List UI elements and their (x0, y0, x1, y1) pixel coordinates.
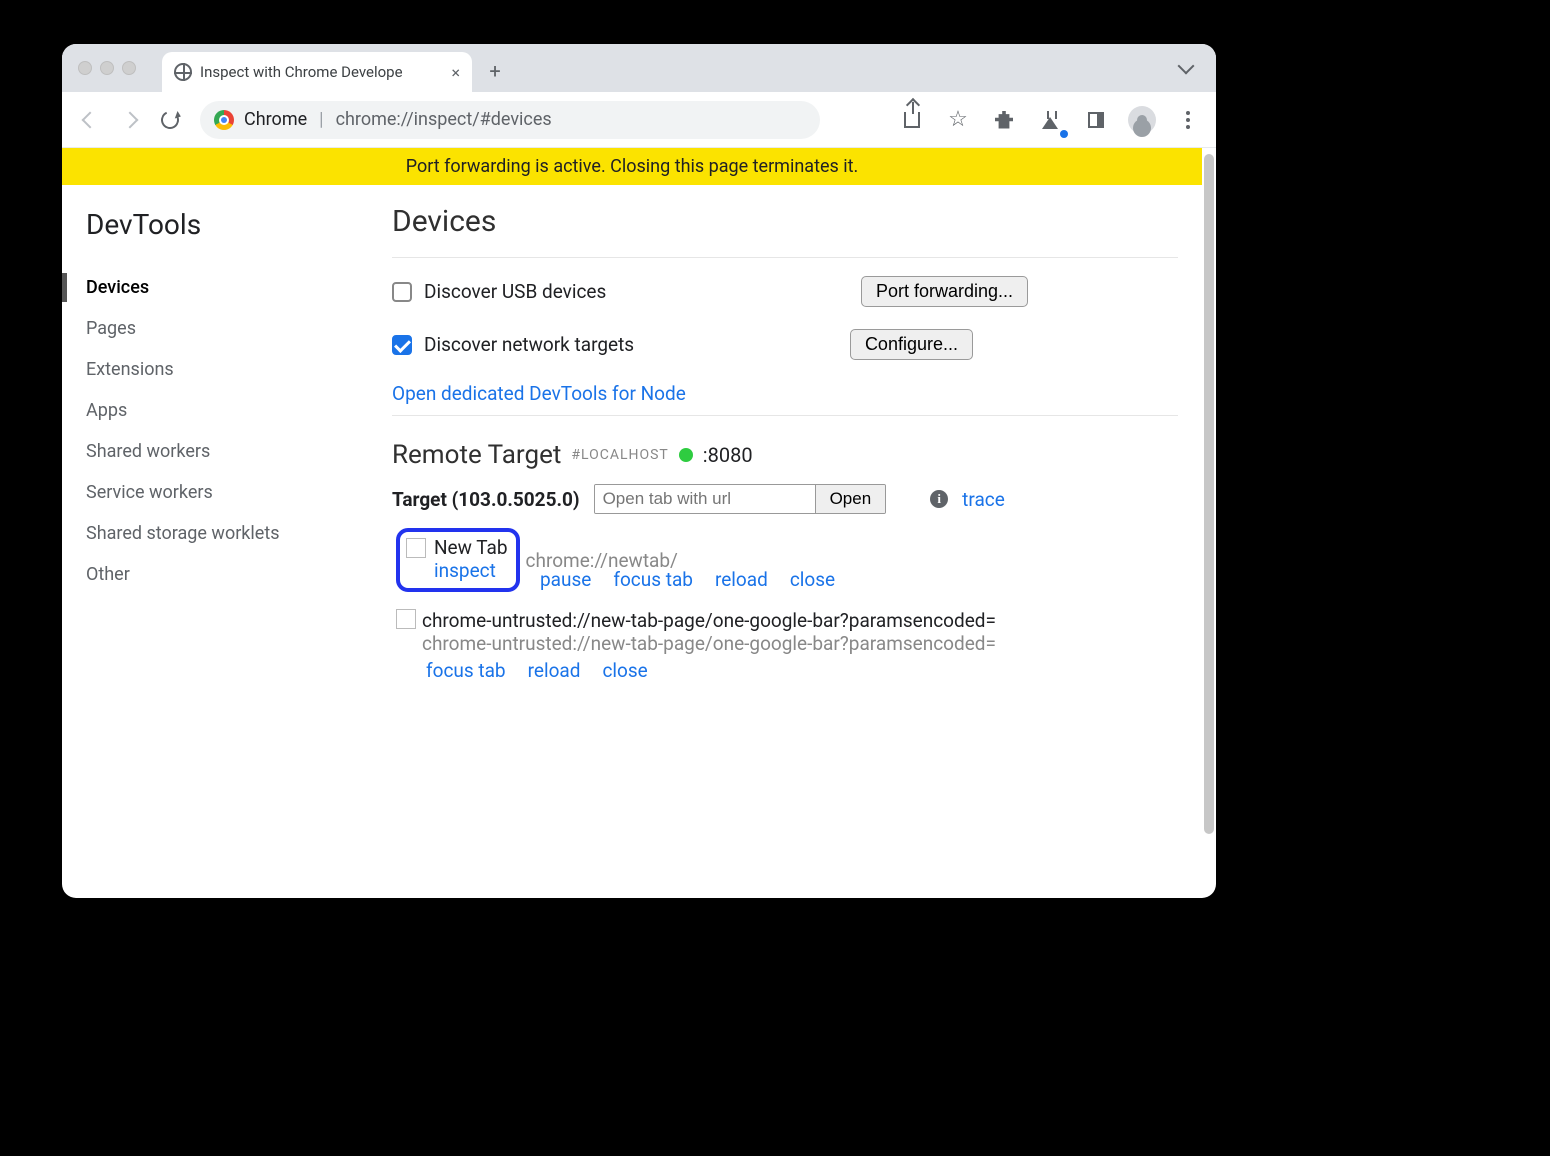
discover-network-label: Discover network targets (424, 333, 634, 356)
target-entry-newtab: New Tab inspect chrome://newtab/ pause f… (392, 528, 1178, 591)
sidebar-item-shared-storage-worklets[interactable]: Shared storage worklets (86, 513, 382, 554)
tab-strip: Inspect with Chrome Develope × + (62, 44, 1216, 92)
remote-target-title: Remote Target (392, 440, 561, 470)
sidebar-title: DevTools (86, 208, 382, 241)
reload-link[interactable]: reload (528, 659, 581, 682)
divider (392, 415, 1178, 416)
extensions-button[interactable] (988, 104, 1020, 136)
entry-title: chrome-untrusted://new-tab-page/one-goog… (422, 609, 996, 632)
sidebar-item-pages[interactable]: Pages (86, 308, 382, 349)
omnibox-url: chrome://inspect/#devices (336, 109, 552, 130)
share-button[interactable] (896, 104, 928, 136)
omnibox-chip: Chrome (244, 109, 307, 130)
globe-icon (174, 63, 192, 81)
address-bar[interactable]: Chrome | chrome://inspect/#devices (200, 101, 820, 139)
sidebar-item-service-workers[interactable]: Service workers (86, 472, 382, 513)
entry-title: New Tab (434, 536, 508, 559)
bookmark-button[interactable]: ☆ (942, 104, 974, 136)
content-area: Port forwarding is active. Closing this … (62, 148, 1216, 898)
node-devtools-link[interactable]: Open dedicated DevTools for Node (392, 382, 686, 405)
side-panel-button[interactable] (1080, 104, 1112, 136)
divider (392, 257, 1178, 258)
localhost-tag: #LOCALHOST (571, 447, 668, 463)
close-link[interactable]: close (790, 568, 835, 591)
favicon-placeholder-icon (406, 538, 426, 558)
scrollbar[interactable] (1204, 154, 1214, 834)
usb-row: Discover USB devices Port forwarding... (392, 276, 1178, 307)
main-panel: Devices Discover USB devices Port forwar… (382, 188, 1202, 898)
new-tab-button[interactable]: + (480, 56, 510, 86)
sidebar-item-devices[interactable]: Devices (86, 267, 382, 308)
sidebar-item-apps[interactable]: Apps (86, 390, 382, 431)
focus-tab-link[interactable]: focus tab (426, 659, 506, 682)
omnibox-divider: | (319, 109, 323, 130)
notification-dot-icon (1060, 130, 1068, 138)
configure-button[interactable]: Configure... (850, 329, 973, 360)
highlight-annotation: New Tab inspect (396, 528, 520, 592)
page-heading: Devices (392, 204, 1178, 239)
sidebar-item-shared-workers[interactable]: Shared workers (86, 431, 382, 472)
discover-usb-label: Discover USB devices (424, 280, 606, 303)
toolbar-actions: ☆ (896, 104, 1204, 136)
flask-icon (1042, 111, 1058, 129)
trace-link[interactable]: trace (962, 488, 1005, 511)
remote-target-heading: Remote Target #LOCALHOST :8080 (392, 440, 1178, 470)
puzzle-icon (995, 111, 1013, 129)
maximize-window-button[interactable] (122, 61, 136, 75)
close-window-button[interactable] (78, 61, 92, 75)
status-dot-icon (679, 448, 693, 462)
pause-link[interactable]: pause (540, 568, 591, 591)
focus-tab-link[interactable]: focus tab (613, 568, 693, 591)
window-controls (78, 61, 136, 75)
discover-network-checkbox[interactable] (392, 335, 412, 355)
remote-port: :8080 (703, 443, 753, 467)
arrow-right-icon (122, 111, 139, 128)
avatar-icon (1128, 106, 1156, 134)
reload-button[interactable] (154, 104, 186, 136)
open-tab-url-group: Open (594, 484, 887, 514)
profile-button[interactable] (1126, 104, 1158, 136)
arrow-left-icon (82, 111, 99, 128)
inspect-link[interactable]: inspect (434, 559, 496, 582)
port-forwarding-banner: Port forwarding is active. Closing this … (62, 148, 1202, 185)
target-row: Target (103.0.5025.0) Open i trace (392, 484, 1178, 514)
target-label: Target (103.0.5025.0) (392, 488, 580, 511)
discover-usb-checkbox[interactable] (392, 282, 412, 302)
labs-button[interactable] (1034, 104, 1066, 136)
panel-icon (1088, 112, 1104, 128)
favicon-placeholder-icon (396, 609, 416, 629)
target-entry-untrusted: chrome-untrusted://new-tab-page/one-goog… (392, 609, 1178, 682)
kebab-icon (1186, 111, 1190, 129)
close-link[interactable]: close (602, 659, 647, 682)
back-button[interactable] (74, 104, 106, 136)
tab-overflow-button[interactable] (1176, 58, 1196, 78)
tab-title: Inspect with Chrome Develope (200, 63, 443, 81)
sidebar-item-extensions[interactable]: Extensions (86, 349, 382, 390)
sidebar: DevTools Devices Pages Extensions Apps S… (62, 188, 382, 898)
port-forwarding-button[interactable]: Port forwarding... (861, 276, 1028, 307)
chevron-down-icon (1178, 58, 1195, 75)
info-icon[interactable]: i (930, 490, 948, 508)
open-tab-url-input[interactable] (595, 485, 815, 513)
browser-tab[interactable]: Inspect with Chrome Develope × (162, 52, 472, 92)
entry-url: chrome-untrusted://new-tab-page/one-goog… (422, 632, 996, 655)
star-icon: ☆ (948, 107, 968, 132)
reload-link[interactable]: reload (715, 568, 768, 591)
open-tab-button[interactable]: Open (815, 485, 886, 513)
reload-icon (158, 108, 181, 131)
close-tab-icon[interactable]: × (451, 63, 460, 82)
minimize-window-button[interactable] (100, 61, 114, 75)
share-icon (904, 112, 920, 128)
browser-window: Inspect with Chrome Develope × + Chrome … (62, 44, 1216, 898)
network-row: Discover network targets Configure... (392, 329, 1178, 360)
sidebar-item-other[interactable]: Other (86, 554, 382, 595)
forward-button[interactable] (114, 104, 146, 136)
menu-button[interactable] (1172, 104, 1204, 136)
page-body: DevTools Devices Pages Extensions Apps S… (62, 188, 1202, 898)
toolbar: Chrome | chrome://inspect/#devices ☆ (62, 92, 1216, 148)
chrome-icon (214, 110, 234, 130)
